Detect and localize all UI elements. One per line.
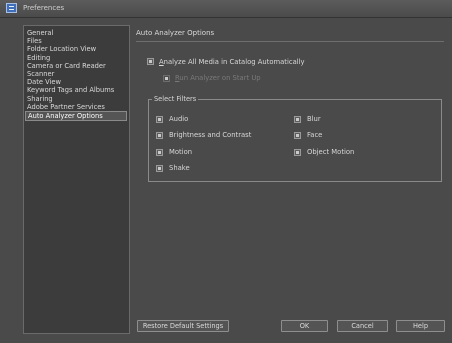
filter-shake-checkbox[interactable]	[156, 165, 163, 172]
help-button[interactable]: Help	[396, 320, 445, 332]
filter-object-motion-label[interactable]: Object Motion	[307, 148, 354, 156]
restore-default-settings-button[interactable]: Restore Default Settings	[137, 320, 229, 332]
filter-audio-checkbox[interactable]	[156, 116, 163, 123]
ok-button[interactable]: OK	[281, 320, 328, 332]
run-on-startup-text: un Analyzer on Start Up	[179, 74, 261, 82]
filter-motion-label[interactable]: Motion	[169, 148, 192, 156]
section-divider	[136, 41, 444, 42]
sidebar-item-general[interactable]: General	[24, 29, 129, 37]
analyze-all-media-text: nalyze All Media in Catalog Automaticall…	[163, 58, 305, 66]
filter-audio-label[interactable]: Audio	[169, 115, 188, 123]
sidebar-item-folder-location-view[interactable]: Folder Location View	[24, 45, 129, 53]
select-filters-group	[148, 99, 442, 182]
section-title: Auto Analyzer Options	[136, 29, 215, 37]
filter-blur-checkbox[interactable]	[294, 116, 301, 123]
filter-motion-checkbox[interactable]	[156, 149, 163, 156]
sidebar-item-keyword-tags-and-albums[interactable]: Keyword Tags and Albums	[24, 86, 129, 94]
filter-blur-label[interactable]: Blur	[307, 115, 321, 123]
select-filters-legend: Select Filters	[152, 95, 199, 103]
filter-face-checkbox[interactable]	[294, 132, 301, 139]
filter-object-motion-checkbox[interactable]	[294, 149, 301, 156]
sidebar-item-scanner[interactable]: Scanner	[24, 70, 129, 78]
sidebar-item-sharing[interactable]: Sharing	[24, 95, 129, 103]
filter-brightness-contrast-label[interactable]: Brightness and Contrast	[169, 131, 251, 139]
run-on-startup-label[interactable]: Run Analyzer on Start Up	[175, 74, 261, 82]
sidebar-item-date-view[interactable]: Date View	[24, 78, 129, 86]
analyze-all-media-label[interactable]: Analyze All Media in Catalog Automatical…	[159, 58, 305, 66]
preferences-window: Preferences General Files Folder Locatio…	[0, 0, 452, 343]
sidebar-item-adobe-partner-services[interactable]: Adobe Partner Services	[24, 103, 129, 111]
preferences-category-list[interactable]: General Files Folder Location View Editi…	[23, 25, 130, 334]
cancel-button[interactable]: Cancel	[337, 320, 388, 332]
title-bar[interactable]: Preferences	[0, 0, 452, 18]
window-title: Preferences	[23, 4, 65, 12]
filter-shake-label[interactable]: Shake	[169, 164, 190, 172]
app-icon	[6, 3, 17, 13]
analyze-all-media-checkbox[interactable]	[147, 58, 154, 65]
filter-face-label[interactable]: Face	[307, 131, 322, 139]
sidebar-item-editing[interactable]: Editing	[24, 54, 129, 62]
run-on-startup-checkbox[interactable]	[163, 75, 170, 82]
sidebar-item-camera-or-card-reader[interactable]: Camera or Card Reader	[24, 62, 129, 70]
filter-brightness-contrast-checkbox[interactable]	[156, 132, 163, 139]
sidebar-item-auto-analyzer-options[interactable]: Auto Analyzer Options	[25, 110, 127, 122]
sidebar-item-files[interactable]: Files	[24, 37, 129, 45]
